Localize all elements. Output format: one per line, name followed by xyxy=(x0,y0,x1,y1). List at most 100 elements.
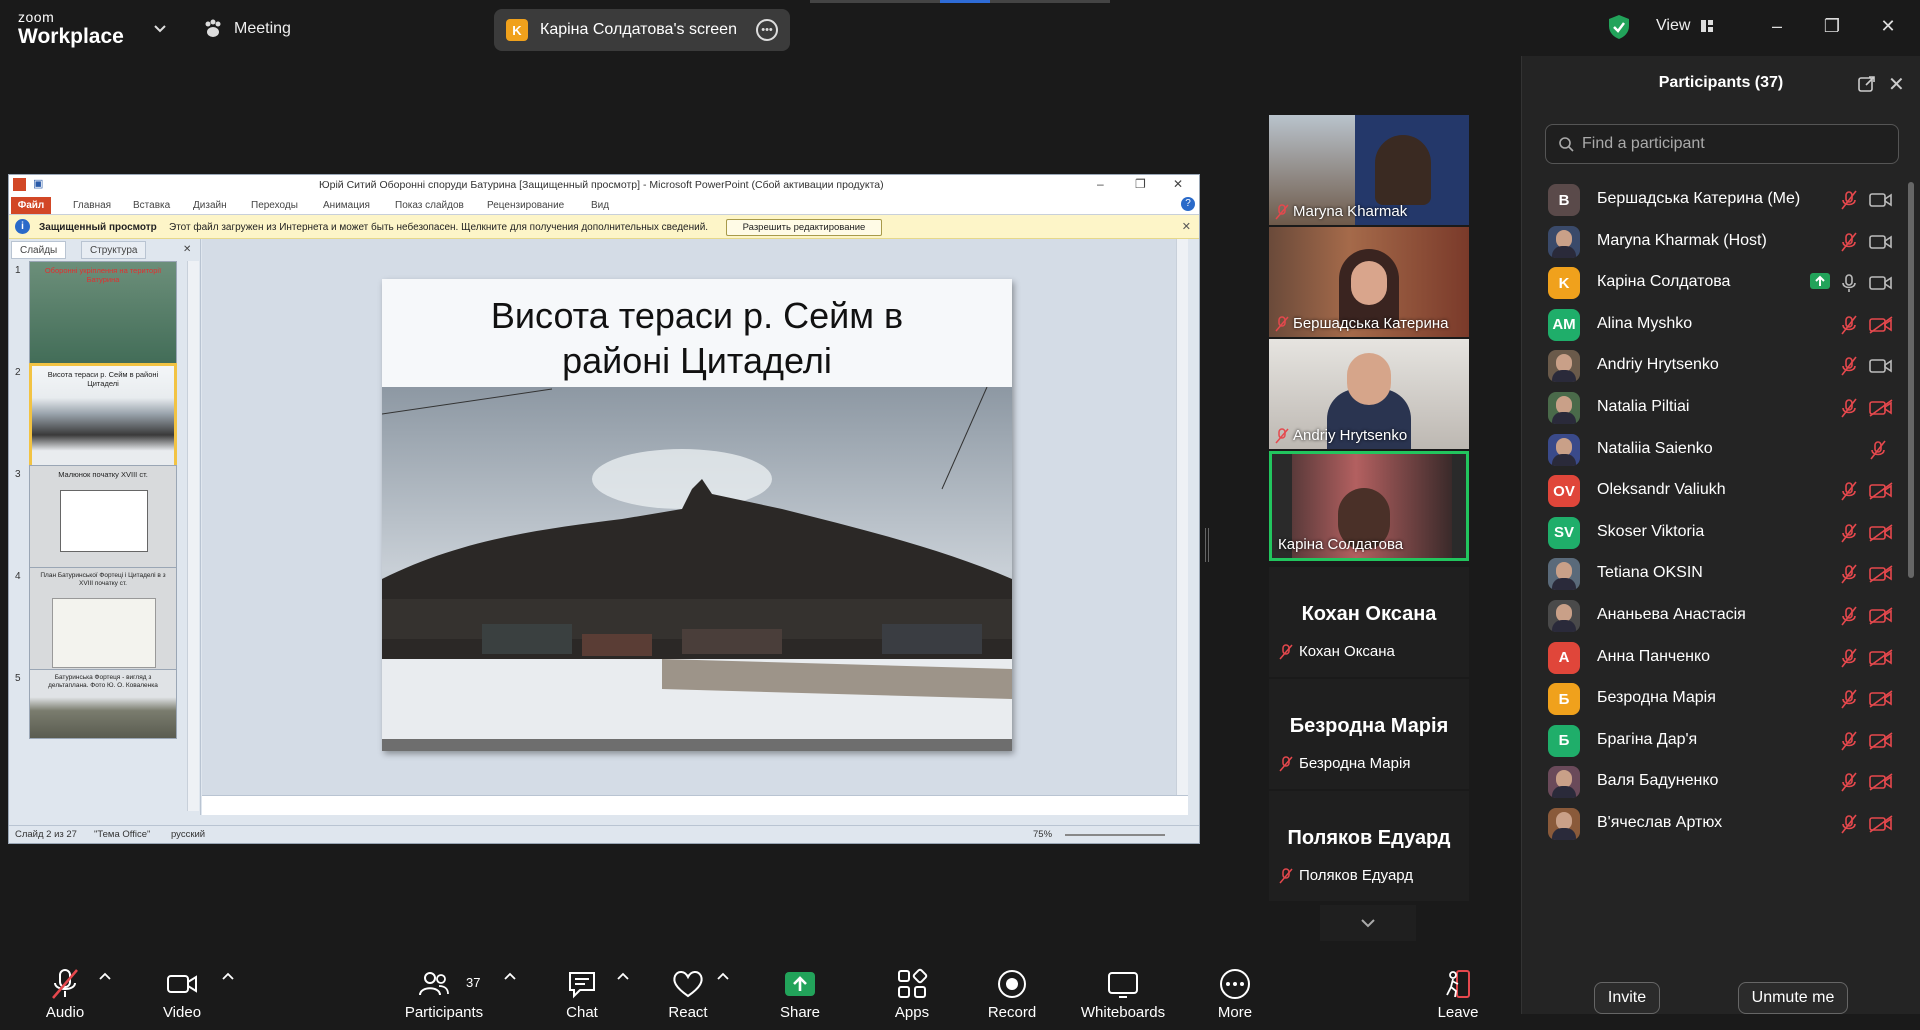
outline-tab: Структура xyxy=(81,241,147,259)
participant-avatar xyxy=(1548,808,1580,840)
mic-off-icon[interactable] xyxy=(1840,190,1858,210)
mic-off-icon[interactable] xyxy=(1840,356,1858,376)
more-options-icon[interactable]: ••• xyxy=(756,19,778,41)
ppt-help-icon: ? xyxy=(1181,197,1195,211)
screen-sharing-icon xyxy=(1810,273,1830,290)
mic-on-icon[interactable] xyxy=(1840,273,1858,293)
chat-options-caret-icon[interactable] xyxy=(616,971,630,981)
unmute-me-button[interactable]: Unmute me xyxy=(1738,982,1848,1014)
video-tile-active-speaker[interactable]: Каріна Солдатова xyxy=(1269,451,1469,561)
protected-view-bar: i Защищенный просмотр Этот файл загружен… xyxy=(9,215,1199,239)
leave-button[interactable]: Leave xyxy=(1408,967,1508,1027)
search-input[interactable] xyxy=(1582,135,1882,153)
participant-name: Tetiana OKSIN xyxy=(1597,564,1703,582)
name-only-tile[interactable]: Кохан Оксана Кохан Оксана xyxy=(1269,567,1469,677)
video-tile[interactable]: Andriy Hrytsenko xyxy=(1269,339,1469,449)
video-on-icon[interactable] xyxy=(1869,191,1893,209)
apps-button[interactable]: Apps xyxy=(862,967,962,1027)
mic-off-icon xyxy=(52,969,78,999)
video-options-caret-icon[interactable] xyxy=(221,971,235,981)
mic-off-icon[interactable] xyxy=(1840,523,1858,543)
participants-options-caret-icon[interactable] xyxy=(503,971,517,981)
mic-off-icon[interactable] xyxy=(1840,232,1858,252)
video-off-icon[interactable] xyxy=(1869,773,1893,792)
video-off-icon[interactable] xyxy=(1869,399,1893,417)
video-on-icon[interactable] xyxy=(1869,274,1893,292)
tile-name: Каріна Солдатова xyxy=(1278,536,1403,553)
close-panel-icon[interactable]: ✕ xyxy=(1888,72,1905,97)
minimize-icon[interactable]: – xyxy=(1765,14,1789,38)
view-button[interactable]: View xyxy=(1656,17,1714,35)
record-label: Record xyxy=(987,1004,1037,1021)
mic-off-icon[interactable] xyxy=(1840,689,1858,709)
chevron-down-icon[interactable] xyxy=(150,18,170,38)
ppt-tab: Переходы xyxy=(251,200,298,211)
audio-options-caret-icon[interactable] xyxy=(98,971,112,981)
participant-row[interactable]: В'ячеслав Артюх xyxy=(1522,798,1907,849)
video-tile[interactable]: Maryna Kharmak xyxy=(1269,115,1469,225)
mic-off-icon[interactable] xyxy=(1840,814,1858,834)
protected-view-close-icon: ✕ xyxy=(1181,221,1191,233)
restore-icon[interactable]: ❐ xyxy=(1820,14,1844,38)
mic-off-icon[interactable] xyxy=(1840,564,1858,584)
video-button[interactable]: Video xyxy=(132,967,232,1027)
video-off-icon[interactable] xyxy=(1869,690,1893,708)
tile-name-label: Кохан Оксана xyxy=(1299,643,1395,660)
share-button[interactable]: Share xyxy=(750,967,850,1027)
video-off-icon[interactable] xyxy=(1869,732,1893,750)
mic-off-icon xyxy=(1279,867,1293,883)
video-off-icon[interactable] xyxy=(1869,482,1893,500)
video-on-icon[interactable] xyxy=(1869,357,1893,375)
view-label: View xyxy=(1656,17,1691,34)
status-theme: "Тема Office" xyxy=(94,829,151,840)
mic-off-icon[interactable] xyxy=(1840,398,1858,418)
video-on-icon[interactable] xyxy=(1869,233,1893,251)
name-only-tile[interactable]: Безродна Марія Безродна Марія xyxy=(1269,679,1469,789)
participant-list-scrollbar[interactable] xyxy=(1908,182,1914,578)
record-button[interactable]: Record xyxy=(962,967,1062,1027)
tile-display-name: Безродна Марія xyxy=(1289,715,1449,737)
search-icon xyxy=(1559,137,1574,152)
split-view-handle[interactable] xyxy=(1205,528,1209,562)
invite-button[interactable]: Invite xyxy=(1594,982,1660,1014)
name-only-tile[interactable]: Поляков Едуард Поляков Едуард xyxy=(1269,791,1469,901)
tiles-scroll-down-button[interactable] xyxy=(1320,905,1416,941)
video-off-icon[interactable] xyxy=(1869,565,1893,584)
whiteboards-button[interactable]: Whiteboards xyxy=(1073,967,1173,1027)
pop-out-icon[interactable] xyxy=(1857,74,1877,94)
mic-off-icon[interactable] xyxy=(1869,440,1887,460)
close-icon[interactable]: ✕ xyxy=(1876,14,1900,38)
mic-off-icon[interactable] xyxy=(1840,481,1858,501)
video-tile[interactable]: Бершадська Катерина xyxy=(1269,227,1469,337)
video-off-icon[interactable] xyxy=(1869,524,1893,542)
paw-icon xyxy=(205,19,221,37)
ppt-tab: Вставка xyxy=(133,200,171,211)
meeting-button[interactable]: Meeting xyxy=(202,16,291,42)
status-zoom-level: 75% xyxy=(1033,829,1053,840)
slide-title-line1: Висота тераси р. Сейм в xyxy=(490,295,904,336)
shield-check-icon[interactable] xyxy=(1608,14,1630,40)
mic-off-icon[interactable] xyxy=(1840,606,1858,626)
tile-name-label: Maryna Kharmak xyxy=(1293,203,1408,220)
participant-avatar xyxy=(1548,600,1580,632)
more-button[interactable]: More xyxy=(1185,967,1285,1027)
mic-off-icon[interactable] xyxy=(1840,772,1858,792)
tile-display-name: Поляков Едуард xyxy=(1287,827,1451,849)
participant-search[interactable] xyxy=(1545,124,1899,164)
participant-name: В'ячеслав Артюх xyxy=(1597,814,1723,831)
mic-off-icon[interactable] xyxy=(1840,315,1858,335)
mic-off-icon[interactable] xyxy=(1840,648,1858,668)
participants-panel: Participants (37) ✕ BБершадська Катерина… xyxy=(1521,56,1920,1014)
participant-avatar xyxy=(1548,433,1580,466)
video-off-icon[interactable] xyxy=(1869,316,1893,334)
tile-display-name: Кохан Оксана xyxy=(1301,603,1437,625)
video-off-icon[interactable] xyxy=(1869,648,1893,667)
slide-number: 5 xyxy=(15,673,21,684)
react-options-caret-icon[interactable] xyxy=(716,971,730,981)
mic-off-icon[interactable] xyxy=(1840,731,1858,751)
video-off-icon[interactable] xyxy=(1869,815,1893,833)
shared-screen-pill[interactable]: K Каріна Солдатова's screen ••• xyxy=(494,9,790,51)
participant-name: Ананьева Анастасія xyxy=(1597,606,1746,623)
video-off-icon[interactable] xyxy=(1869,607,1893,625)
ppt-tab: Показ слайдов xyxy=(395,200,464,211)
